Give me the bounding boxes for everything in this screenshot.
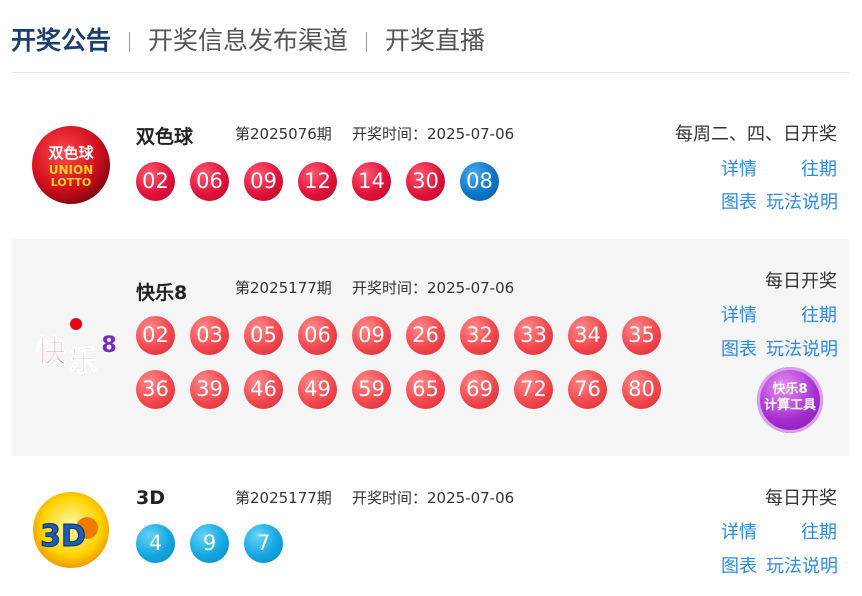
calc-label-line2: 计算工具 <box>763 398 816 413</box>
lottery-row-3d: 3D 3D 第2025177期 开奖时间：2025-07-06 每日开奖 4 9… <box>11 470 849 590</box>
blue-ball: 08 <box>460 162 499 201</box>
number-ball: 46 <box>244 370 283 409</box>
number-ball: 59 <box>352 370 391 409</box>
number-ball: 9 <box>190 524 229 563</box>
3d-logo-text: 3D <box>40 519 86 554</box>
draw-date: 开奖时间：2025-07-06 <box>352 489 515 507</box>
history-link[interactable]: 往期 <box>801 301 837 327</box>
lottery-name: 3D <box>136 487 165 509</box>
chart-link[interactable]: 图表 <box>721 188 757 214</box>
number-ball: 69 <box>460 370 499 409</box>
details-link[interactable]: 详情 <box>721 301 757 327</box>
number-ball: 09 <box>352 316 391 355</box>
number-ball: 32 <box>460 316 499 355</box>
kl8-logo-char1: 快 <box>36 335 67 370</box>
chart-link[interactable]: 图表 <box>721 335 757 361</box>
kl8-logo-eight: 8 <box>101 333 116 358</box>
tab-draw-announcement[interactable]: 开奖公告 <box>11 22 111 60</box>
ssq-logo-union: UNION <box>49 163 94 177</box>
tab-release-channels[interactable]: 开奖信息发布渠道 <box>148 22 348 60</box>
draw-schedule: 每日开奖 <box>765 271 837 292</box>
number-ball: 49 <box>298 370 337 409</box>
rules-link[interactable]: 玩法说明 <box>766 552 838 578</box>
number-ball: 7 <box>244 524 283 563</box>
draw-schedule: 每周二、四、日开奖 <box>675 124 837 145</box>
lottery-name: 快乐8 <box>136 282 188 304</box>
draw-date: 开奖时间：2025-07-06 <box>352 125 515 143</box>
calc-label-line1: 快乐8 <box>772 382 808 397</box>
kl8-logo[interactable]: 快 乐 8 <box>21 314 121 379</box>
number-ball: 39 <box>190 370 229 409</box>
red-ball: 06 <box>190 162 229 201</box>
chart-link[interactable]: 图表 <box>721 552 757 578</box>
issue-number: 第2025177期 <box>235 489 332 507</box>
3d-logo[interactable]: 3D <box>29 488 113 572</box>
number-ball: 36 <box>136 370 175 409</box>
tab-divider <box>366 32 367 52</box>
kl8-logo-char2: 乐 <box>69 344 97 377</box>
lottery-row-kl8: 快 乐 8 快乐8 第2025177期 开奖时间：2025-07-06 每日开奖… <box>11 239 849 456</box>
ssq-logo[interactable]: 双色球 UNION LOTTO <box>31 125 111 205</box>
number-ball: 34 <box>568 316 607 355</box>
issue-number: 第2025076期 <box>235 125 332 143</box>
lottery-name: 双色球 <box>136 126 194 148</box>
number-ball: 65 <box>406 370 445 409</box>
lottery-row-ssq: 双色球 UNION LOTTO 双色球 第2025076期 开奖时间：2025-… <box>11 95 849 225</box>
number-ball: 35 <box>622 316 661 355</box>
ssq-logo-lotto: LOTTO <box>51 176 92 189</box>
number-ball: 05 <box>244 316 283 355</box>
history-link[interactable]: 往期 <box>801 155 837 181</box>
number-ball: 76 <box>568 370 607 409</box>
red-ball: 12 <box>298 162 337 201</box>
details-link[interactable]: 详情 <box>721 155 757 181</box>
issue-number: 第2025177期 <box>235 279 332 297</box>
tab-live-broadcast[interactable]: 开奖直播 <box>385 22 485 60</box>
rules-link[interactable]: 玩法说明 <box>766 335 838 361</box>
number-ball: 33 <box>514 316 553 355</box>
draw-date: 开奖时间：2025-07-06 <box>352 279 515 297</box>
top-nav: 开奖公告 开奖信息发布渠道 开奖直播 <box>11 0 849 73</box>
tab-divider <box>129 32 130 52</box>
number-ball: 02 <box>136 316 175 355</box>
number-ball: 72 <box>514 370 553 409</box>
details-link[interactable]: 详情 <box>721 518 757 544</box>
red-ball: 30 <box>406 162 445 201</box>
red-ball: 14 <box>352 162 391 201</box>
history-link[interactable]: 往期 <box>801 518 837 544</box>
red-ball: 09 <box>244 162 283 201</box>
ssq-logo-cn: 双色球 <box>48 144 94 162</box>
red-ball: 02 <box>136 162 175 201</box>
number-ball: 03 <box>190 316 229 355</box>
number-ball: 26 <box>406 316 445 355</box>
kl8-calculator-button[interactable]: 快乐8 计算工具 <box>757 367 823 433</box>
number-ball: 4 <box>136 524 175 563</box>
number-ball: 06 <box>298 316 337 355</box>
number-ball: 80 <box>622 370 661 409</box>
rules-link[interactable]: 玩法说明 <box>766 188 838 214</box>
draw-schedule: 每日开奖 <box>765 488 837 509</box>
